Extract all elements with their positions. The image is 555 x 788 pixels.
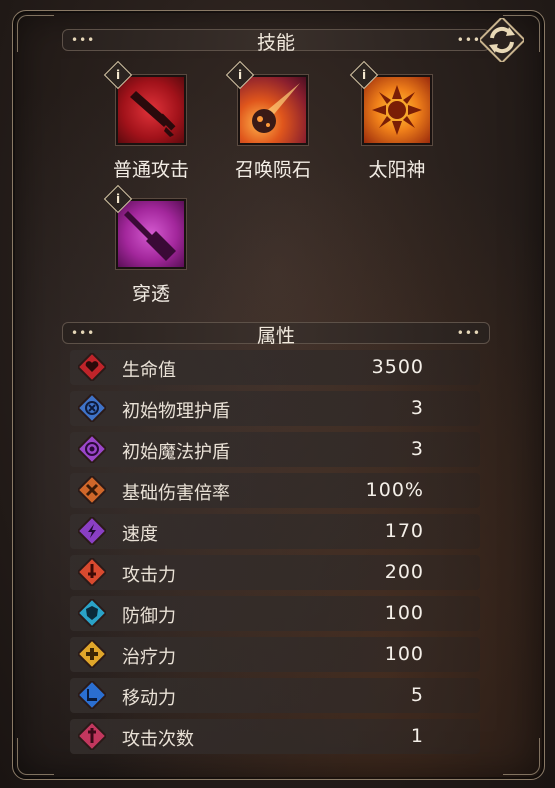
move-icon [78,681,106,709]
attribute-row: 初始魔法护盾 3 [70,432,480,467]
swap-button[interactable] [480,18,524,62]
swap-icon [480,18,524,62]
attribute-row: 治疗力 100 [70,637,480,672]
attribute-value: 5 [410,684,424,706]
attribute-value: 200 [384,561,424,583]
skill-icon-box[interactable]: i [103,60,186,145]
attribute-row: 基础伤害倍率 100% [70,473,480,508]
attribute-name: 初始魔法护盾 [122,442,230,463]
attribute-row: 生命值 3500 [70,350,480,385]
attribute-value: 3500 [371,356,424,378]
attribute-row: 攻击次数 1 [70,719,480,754]
attribute-value: 1 [410,725,424,747]
attribute-name: 攻击力 [122,565,176,586]
attribute-value: 3 [410,397,424,419]
attribute-value: 100% [365,479,424,501]
speed-icon [78,517,106,545]
defense-icon [78,599,106,627]
physical-shield-icon [78,394,106,422]
heal-icon [78,640,106,668]
attribute-row: 速度 170 [70,514,480,549]
attribute-name: 防御力 [122,606,176,627]
attribute-name: 基础伤害倍率 [122,483,230,504]
meteor-icon [252,83,300,133]
heart-icon [78,353,106,381]
skill-icon-box[interactable]: i [349,60,432,145]
skill-item[interactable]: i 普通攻击 [96,60,206,182]
skill-item[interactable]: i 穿透 [96,184,206,306]
skill-icon-box[interactable]: i [225,60,308,145]
skill-icon-box[interactable]: i [103,184,186,269]
skills-header: ••• 技能 ••• [62,29,490,54]
skill-item[interactable]: i 召唤陨石 [218,60,328,182]
corner-ornament [17,738,54,775]
attribute-value: 100 [384,602,424,624]
skill-label: 普通攻击 [112,159,189,181]
sword-icon [130,91,176,137]
attribute-value: 170 [384,520,424,542]
attribute-row: 初始物理护盾 3 [70,391,480,426]
attribute-row: 攻击力 200 [70,555,480,590]
attribute-name: 攻击次数 [122,729,194,750]
damage-multiplier-icon [78,476,106,504]
pierce-icon [124,211,176,261]
attribute-row: 防御力 100 [70,596,480,631]
corner-ornament [503,738,540,775]
skills-title: 技能 [256,32,295,54]
attribute-list: 生命值 3500 初始物理护盾 3 初始魔法护盾 3 基础伤害倍率 100% 速… [70,350,480,760]
sun-icon [372,85,422,135]
attribute-value: 100 [384,643,424,665]
skill-label: 太阳神 [368,159,426,181]
attribute-name: 生命值 [122,360,176,381]
attribute-name: 移动力 [122,688,176,709]
attack-count-icon [78,722,106,750]
attribute-name: 初始物理护盾 [122,401,230,422]
skill-item[interactable]: i 太阳神 [342,60,452,182]
attack-icon [78,558,106,586]
magic-shield-icon [78,435,106,463]
attribute-name: 治疗力 [122,647,176,668]
skill-label: 召唤陨石 [234,159,311,181]
attribute-name: 速度 [122,524,158,545]
attributes-title: 属性 [256,325,295,347]
dots-ornament: ••• [456,326,481,340]
attribute-value: 3 [410,438,424,460]
corner-ornament [17,15,54,52]
skill-label: 穿透 [131,283,170,305]
dots-ornament: ••• [456,33,481,47]
attribute-row: 移动力 5 [70,678,480,713]
attributes-header: ••• 属性 ••• [62,322,490,347]
